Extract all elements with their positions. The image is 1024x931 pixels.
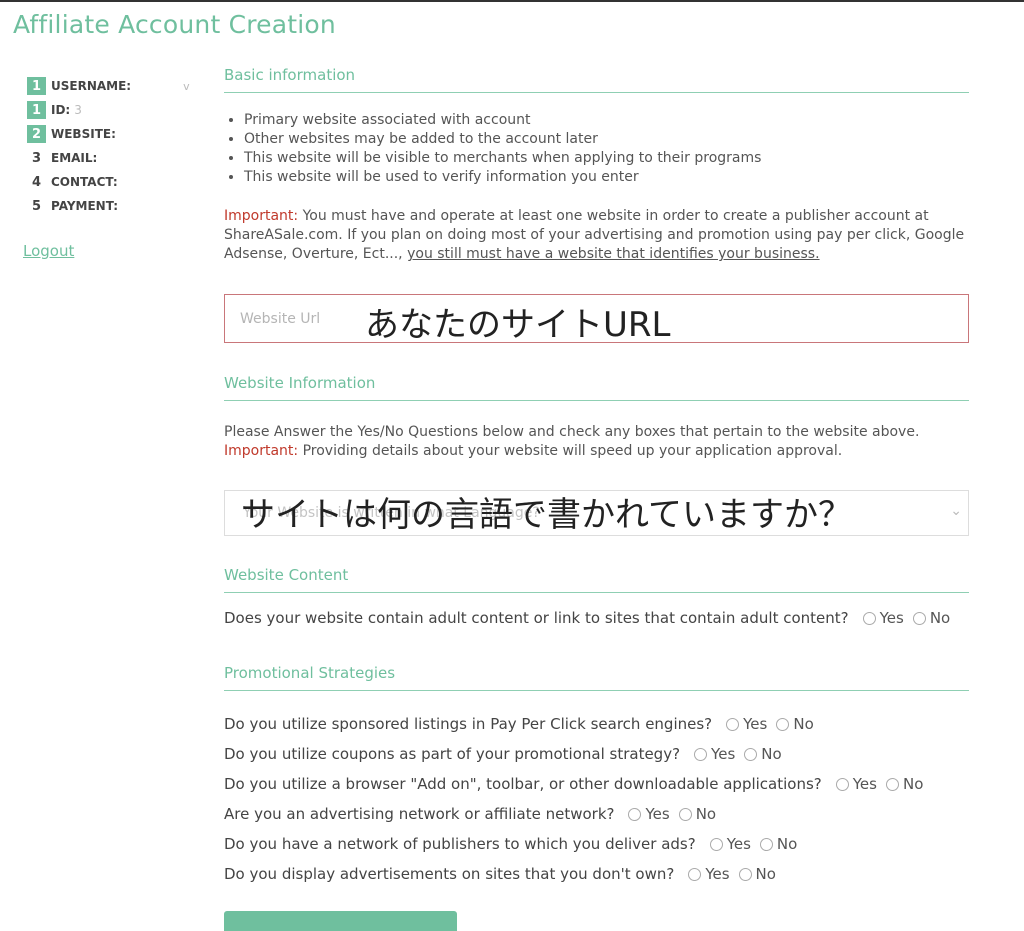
radio-yes-label: Yes bbox=[705, 865, 730, 883]
radio-yes-label: Yes bbox=[743, 715, 768, 733]
radio-no-label: No bbox=[761, 745, 782, 763]
step-label: EMAIL: bbox=[51, 151, 98, 165]
section-heading-website-content: Website Content bbox=[224, 566, 969, 593]
step-list: 1 USERNAME: v 1 ID: 3 2 WEBSITE: 3 EMAIL… bbox=[27, 74, 190, 218]
step-payment: 5 PAYMENT: bbox=[27, 194, 190, 218]
submit-button[interactable] bbox=[224, 911, 457, 931]
radio-no[interactable] bbox=[885, 777, 899, 791]
logout-link[interactable]: Logout bbox=[23, 242, 74, 260]
radio-no[interactable] bbox=[759, 837, 773, 851]
question-text: Do you have a network of publishers to w… bbox=[224, 835, 696, 853]
website-content-section: Website Content Does your website contai… bbox=[224, 566, 969, 627]
radio-no-label: No bbox=[776, 835, 798, 853]
section-heading-basic: Basic information bbox=[224, 66, 969, 93]
step-label: CONTACT: bbox=[51, 175, 118, 189]
promo-question-row: Do you display advertisements on sites t… bbox=[224, 859, 969, 889]
language-select[interactable]: Your Website is written in what Language… bbox=[224, 490, 969, 536]
promo-question-row: Do you utilize coupons as part of your p… bbox=[224, 739, 969, 769]
step-website: 2 WEBSITE: bbox=[27, 122, 190, 146]
step-label: USERNAME: bbox=[51, 79, 132, 93]
step-contact: 4 CONTACT: bbox=[27, 170, 190, 194]
step-email: 3 EMAIL: bbox=[27, 146, 190, 170]
question-text: Do you utilize a browser "Add on", toolb… bbox=[224, 775, 822, 793]
annotation-overlay-language: サイトは何の言語で書かれていますか？ bbox=[241, 495, 852, 535]
promo-question-row: Do you utilize sponsored listings in Pay… bbox=[224, 709, 969, 739]
radio-no-label: No bbox=[902, 775, 924, 793]
important-note: Important: You must have and operate at … bbox=[224, 207, 969, 264]
radio-yes[interactable] bbox=[726, 717, 740, 731]
step-id: 1 ID: 3 bbox=[27, 98, 190, 122]
promo-question-row: Are you an advertising network or affili… bbox=[224, 799, 969, 829]
basic-bullet-list: Primary website associated with account … bbox=[244, 111, 969, 187]
radio-yes-label: Yes bbox=[852, 775, 877, 793]
radio-no[interactable] bbox=[776, 717, 790, 731]
question-text: Does your website contain adult content … bbox=[224, 609, 849, 627]
radio-no-label: No bbox=[929, 609, 951, 627]
step-number: 1 bbox=[27, 101, 46, 119]
promo-question-row: Do you have a network of publishers to w… bbox=[224, 829, 969, 859]
chevron-down-icon: ⌄ bbox=[950, 503, 962, 519]
radio-yes[interactable] bbox=[694, 747, 708, 761]
radio-yes[interactable] bbox=[862, 611, 876, 625]
question-text: Do you utilize coupons as part of your p… bbox=[224, 745, 681, 763]
website-info-section: Website Information Please Answer the Ye… bbox=[224, 374, 969, 461]
radio-yes-label: Yes bbox=[711, 745, 736, 763]
step-number: 1 bbox=[27, 77, 46, 95]
radio-yes-label: Yes bbox=[726, 835, 751, 853]
list-item: Primary website associated with account bbox=[244, 111, 969, 130]
adult-content-question: Does your website contain adult content … bbox=[224, 609, 969, 627]
section-heading-website-info: Website Information bbox=[224, 374, 969, 401]
step-label: WEBSITE: bbox=[51, 127, 116, 141]
important-underlined: you still must have a website that ident… bbox=[407, 246, 820, 262]
question-text: Do you display advertisements on sites t… bbox=[224, 865, 675, 883]
main-form: Basic information Primary website associ… bbox=[224, 66, 969, 883]
step-label: ID: bbox=[51, 103, 71, 117]
radio-no-label: No bbox=[793, 715, 814, 733]
list-item: Other websites may be added to the accou… bbox=[244, 130, 969, 149]
important-label: Important: bbox=[224, 443, 299, 459]
step-value: v bbox=[183, 79, 190, 93]
step-number: 2 bbox=[27, 125, 46, 143]
radio-yes-label: Yes bbox=[879, 609, 904, 627]
website-url-input[interactable] bbox=[240, 310, 360, 327]
important-text: Providing details about your website wil… bbox=[298, 443, 843, 459]
radio-yes-label: Yes bbox=[645, 805, 670, 823]
radio-yes[interactable] bbox=[835, 777, 849, 791]
question-text: Do you utilize sponsored listings in Pay… bbox=[224, 715, 713, 733]
radio-yes[interactable] bbox=[628, 807, 642, 821]
website-info-text: Please Answer the Yes/No Questions below… bbox=[224, 423, 969, 461]
website-url-field[interactable]: あなたのサイトURL bbox=[224, 294, 969, 345]
section-heading-promotional: Promotional Strategies bbox=[224, 664, 969, 691]
step-value: 3 bbox=[74, 103, 82, 117]
important-label: Important: bbox=[224, 208, 299, 224]
promo-question-row: Do you utilize a browser "Add on", toolb… bbox=[224, 769, 969, 799]
page-title: Affiliate Account Creation bbox=[13, 10, 336, 39]
annotation-overlay-url: あなたのサイトURL bbox=[365, 305, 671, 345]
step-number: 3 bbox=[31, 150, 42, 166]
step-number: 4 bbox=[31, 174, 42, 190]
top-border bbox=[0, 0, 1024, 2]
promo-question-list: Do you utilize sponsored listings in Pay… bbox=[224, 709, 969, 889]
promotional-strategies-section: Promotional Strategies Do you utilize sp… bbox=[224, 664, 969, 889]
radio-no-label: No bbox=[755, 865, 776, 883]
list-item: This website will be visible to merchant… bbox=[244, 149, 969, 168]
radio-yes[interactable] bbox=[688, 867, 702, 881]
radio-no-label: No bbox=[695, 805, 717, 823]
radio-no[interactable] bbox=[678, 807, 692, 821]
radio-no[interactable] bbox=[744, 747, 758, 761]
list-item: This website will be used to verify info… bbox=[244, 168, 969, 187]
website-info-line: Please Answer the Yes/No Questions below… bbox=[224, 424, 920, 440]
step-number: 5 bbox=[31, 198, 42, 214]
radio-no[interactable] bbox=[738, 867, 752, 881]
step-label: PAYMENT: bbox=[51, 199, 119, 213]
step-username: 1 USERNAME: v bbox=[27, 74, 190, 98]
question-text: Are you an advertising network or affili… bbox=[224, 805, 615, 823]
radio-no[interactable] bbox=[912, 611, 926, 625]
radio-yes[interactable] bbox=[709, 837, 723, 851]
